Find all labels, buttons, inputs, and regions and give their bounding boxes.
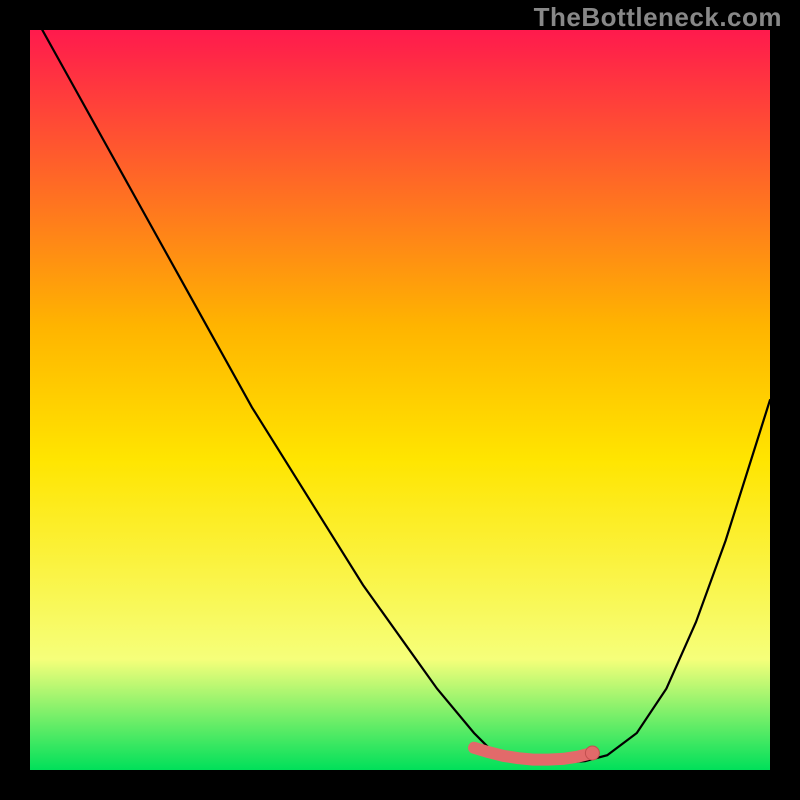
- heatmap-background: [30, 30, 770, 770]
- chart-frame: { "watermark": "TheBottleneck.com", "col…: [0, 0, 800, 800]
- bottleneck-chart: [0, 0, 800, 800]
- optimal-end-dot: [585, 746, 599, 760]
- watermark-text: TheBottleneck.com: [534, 2, 782, 33]
